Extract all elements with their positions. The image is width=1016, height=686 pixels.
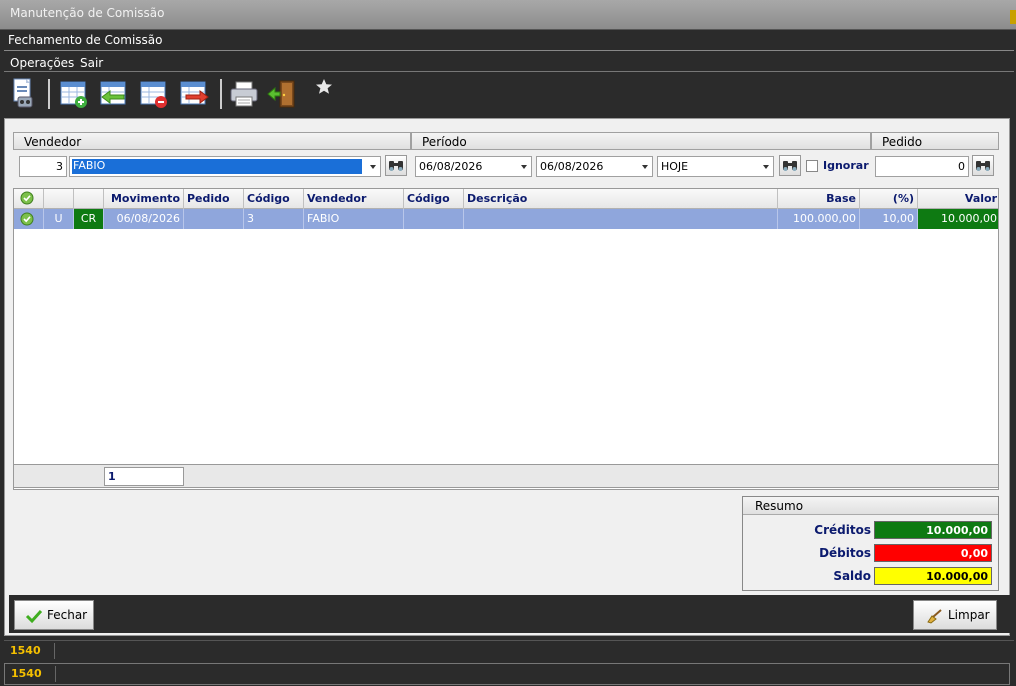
saldo-value: 10.000,00 (874, 567, 992, 585)
favorite-star-icon[interactable] (314, 77, 334, 111)
row-pedido (184, 209, 244, 229)
creditos-value: 10.000,00 (874, 521, 992, 539)
form-subtitle-bar: Fechamento de Comissão (4, 31, 1014, 51)
header-movimento[interactable]: Movimento (104, 189, 184, 209)
row-valor: 10.000,00 (918, 209, 998, 229)
menu-sair[interactable]: Sair (80, 56, 103, 70)
periodo-group-header: Período (411, 132, 871, 150)
date-to-value: 06/08/2026 (540, 160, 604, 173)
header-codigo[interactable]: Código (244, 189, 304, 209)
header-valor[interactable]: Valor (918, 189, 998, 209)
debitos-label: Débitos (819, 546, 871, 560)
limpar-label: Limpar (948, 608, 990, 622)
chevron-down-icon[interactable] (642, 165, 648, 169)
exit-door-icon[interactable] (266, 77, 298, 111)
status-bar-2: 1540 (4, 663, 1010, 685)
status-divider (55, 666, 56, 682)
period-option-select[interactable]: HOJE (657, 156, 774, 177)
header-base[interactable]: Base (778, 189, 860, 209)
window-titlebar: Manutenção de Comissão (0, 0, 1016, 30)
vendedor-name-select[interactable]: FABIO (69, 156, 381, 177)
row-descricao (464, 209, 778, 229)
pedido-header-label: Pedido (882, 135, 923, 149)
header-descricao[interactable]: Descrição (464, 189, 778, 209)
row-movimento: 06/08/2026 (104, 209, 184, 229)
broom-icon (927, 609, 942, 624)
record-count: 1 (104, 467, 184, 486)
header-select-all-check-icon[interactable] (14, 189, 44, 209)
add-record-icon[interactable] (58, 77, 90, 111)
menu-bar: Operações Sair (4, 54, 1014, 72)
header-pedido[interactable]: Pedido (184, 189, 244, 209)
pedido-input[interactable]: 0 (875, 156, 969, 177)
ignorar-label: Ignorar (823, 159, 869, 172)
chevron-down-icon[interactable] (370, 165, 376, 169)
import-record-icon[interactable] (98, 77, 130, 111)
row-vendedor: FABIO (304, 209, 404, 229)
remove-record-icon[interactable] (138, 77, 170, 111)
action-button-bar: Fechar Limpar (9, 595, 1011, 633)
row-percent: 10,00 (860, 209, 918, 229)
row-codigo-2 (404, 209, 464, 229)
toolbar (4, 73, 1014, 115)
status-bar-1: 1540 (4, 640, 1014, 660)
row-base: 100.000,00 (778, 209, 860, 229)
header-vendedor[interactable]: Vendedor (304, 189, 404, 209)
ignorar-checkbox[interactable] (806, 160, 818, 172)
header-codigo-2[interactable]: Código (404, 189, 464, 209)
row-check-icon[interactable] (14, 209, 44, 229)
pedido-group-header: Pedido (871, 132, 999, 150)
menu-operacoes[interactable]: Operações (10, 56, 74, 70)
resumo-title: Resumo (755, 499, 804, 513)
vendedor-search-binoculars-icon[interactable] (385, 155, 407, 176)
row-codigo: 3 (244, 209, 304, 229)
resumo-panel: Resumo Créditos 10.000,00 Débitos 0,00 S… (742, 496, 999, 591)
saldo-label: Saldo (833, 569, 871, 583)
status-code-2: 1540 (11, 667, 42, 680)
vendedor-name-value: FABIO (72, 159, 362, 174)
period-option-value: HOJE (661, 160, 689, 173)
row-type-badge: CR (74, 209, 104, 229)
vendedor-code-input[interactable]: 3 (19, 156, 67, 177)
export-record-icon[interactable] (178, 77, 210, 111)
periodo-header-label: Período (422, 135, 467, 149)
chevron-down-icon[interactable] (521, 165, 527, 169)
printer-icon[interactable] (228, 77, 260, 111)
status-divider (54, 643, 55, 659)
header-percent[interactable]: (%) (860, 189, 918, 209)
main-panel: Vendedor Período Pedido 3 FABIO 06/08/20… (4, 118, 1011, 636)
toolbar-separator (48, 79, 50, 109)
table-row[interactable]: U CR 06/08/2026 3 FABIO 100.000,00 10,00… (14, 209, 998, 229)
chevron-down-icon[interactable] (763, 165, 769, 169)
vendedor-group-header: Vendedor (13, 132, 411, 150)
toolbar-separator (220, 79, 222, 109)
check-icon (25, 609, 43, 624)
titlebar-accent (1010, 10, 1016, 24)
vendedor-code-value: 3 (56, 160, 63, 173)
header-type (74, 189, 104, 209)
grid-footer: 1 (13, 464, 999, 488)
report-document-icon[interactable] (8, 77, 40, 111)
fechar-button[interactable]: Fechar (14, 600, 94, 630)
window-title: Manutenção de Comissão (10, 6, 165, 20)
header-status (44, 189, 74, 209)
resumo-header: Resumo (743, 497, 998, 515)
form-subtitle: Fechamento de Comissão (8, 33, 163, 47)
creditos-label: Créditos (814, 523, 871, 537)
pedido-value: 0 (958, 160, 965, 173)
date-from-select[interactable]: 06/08/2026 (415, 156, 532, 177)
periodo-search-binoculars-icon[interactable] (779, 155, 801, 176)
grid-header: Movimento Pedido Código Vendedor Código … (14, 189, 998, 209)
commission-grid: Movimento Pedido Código Vendedor Código … (13, 188, 999, 490)
status-code-1: 1540 (10, 644, 41, 657)
fechar-label: Fechar (47, 608, 88, 622)
row-status: U (44, 209, 74, 229)
vendedor-header-label: Vendedor (24, 135, 82, 149)
debitos-value: 0,00 (874, 544, 992, 562)
date-to-select[interactable]: 06/08/2026 (536, 156, 653, 177)
date-from-value: 06/08/2026 (419, 160, 483, 173)
pedido-search-binoculars-icon[interactable] (972, 155, 994, 176)
limpar-button[interactable]: Limpar (913, 600, 997, 630)
